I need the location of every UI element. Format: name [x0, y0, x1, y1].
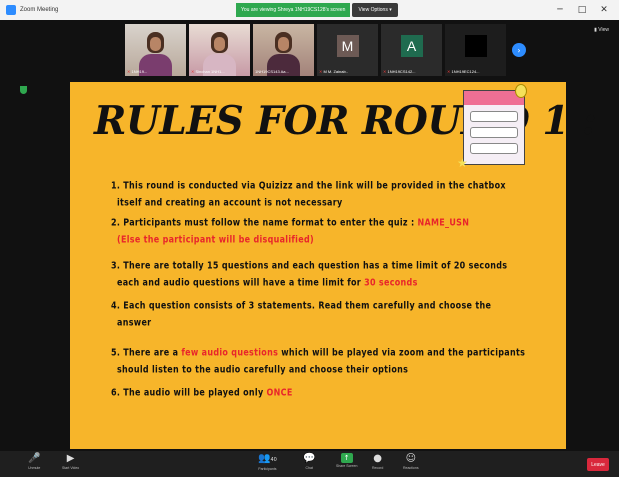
participant-name: 1NH19... [131, 69, 148, 74]
quiz-clipart-icon: ★ [457, 84, 527, 170]
leave-button[interactable]: Leave [587, 458, 609, 471]
view-toggle-button[interactable]: ▮ View [594, 27, 609, 33]
rule-text: 5. There are a [111, 346, 182, 358]
star-icon: ★ [457, 156, 468, 170]
rule-line: each and audio questions will have a tim… [117, 273, 418, 293]
video-off-placeholder [464, 35, 487, 57]
participants-icon: 👥 [258, 453, 271, 464]
title-bar: Zoom Meeting You are viewing Shreya 1NH1… [0, 0, 619, 20]
avatar: A [400, 35, 423, 57]
screen-share-banner: You are viewing Shreya 1NH19CS128's scre… [236, 3, 398, 17]
rule-text: 2. Participants must follow the name for… [111, 216, 418, 228]
participant-count: 40 [270, 457, 277, 463]
participant-video-strip: ✕ 1NH19... ✕ Sinchan 1NH1... 1NH19CS143 … [125, 24, 529, 76]
avatar: M [336, 35, 359, 57]
video-camera-icon: ▶ [66, 453, 75, 464]
rule-text: 1. This round is conducted via Quizizz a… [111, 179, 506, 191]
rule-text: each and audio questions will have a tim… [117, 276, 365, 288]
rule-line: itself and creating an account is not ne… [117, 193, 342, 213]
mic-muted-icon: ✕ [127, 69, 131, 74]
rule-line: should listen to the audio carefully and… [117, 360, 408, 380]
highlighted-text: NAME_USN [417, 216, 470, 228]
mic-muted-icon: ✕ [383, 69, 387, 74]
share-banner-text: You are viewing Shreya 1NH19CS128's scre… [236, 3, 351, 17]
participant-tile[interactable]: ✕ 1NH19EC124... [445, 24, 506, 76]
mic-muted-icon: ✕ [447, 69, 451, 74]
record-icon: ● [373, 453, 383, 464]
rule-text: should listen to the audio carefully and… [117, 363, 409, 375]
rule-text: answer [117, 316, 152, 328]
participant-tile[interactable]: A ✕ 1NH19CS142... [381, 24, 442, 76]
highlighted-text: few audio questions [181, 346, 279, 358]
maximize-button[interactable]: □ [571, 5, 593, 15]
rule-line: 4. Each question consists of 3 statement… [111, 296, 491, 316]
shared-screen-slide: RULES FOR ROUND 1 : ★ 1. This round is c… [70, 82, 597, 449]
rule-line: answer [117, 313, 151, 333]
participant-tile[interactable]: ✕ 1NH19... [125, 24, 186, 76]
reactions-icon: ☺ [405, 453, 416, 464]
participant-tile[interactable]: M ✕ M M. Zainab.. [317, 24, 378, 76]
highlighted-text: 30 seconds [364, 276, 418, 288]
mic-muted-icon: ✕ [191, 69, 195, 74]
highlighted-text: (Else the participant will be disqualifi… [117, 233, 314, 245]
rule-text: itself and creating an account is not ne… [117, 196, 343, 208]
zoom-window: Zoom Meeting You are viewing Shreya 1NH1… [0, 0, 619, 477]
unmute-button[interactable]: 🎤 Unmute [28, 453, 40, 470]
chat-icon: 💬 [303, 453, 316, 464]
highlighted-text: ONCE [266, 386, 293, 398]
participant-tile[interactable]: ✕ Sinchan 1NH1... [189, 24, 250, 76]
participant-name: Sinchan 1NH1... [195, 69, 225, 74]
zoom-app-icon [6, 5, 16, 15]
rule-text: 6. The audio will be played only [111, 386, 267, 398]
share-screen-button[interactable]: ↑ Share Screen [336, 453, 357, 468]
minimize-button[interactable]: ─ [549, 5, 571, 15]
security-shield-icon[interactable] [20, 86, 27, 94]
participant-name: M M. Zainab.. [323, 69, 348, 74]
close-button[interactable]: ✕ [593, 5, 615, 15]
rule-text: 4. Each question consists of 3 statement… [111, 299, 492, 311]
rule-line: (Else the participant will be disqualifi… [117, 230, 314, 250]
window-controls: ─ □ ✕ [549, 0, 615, 20]
reactions-button[interactable]: ☺ Reactions [403, 453, 419, 470]
participant-name: 1NH19EC124... [451, 69, 480, 74]
participant-tile[interactable]: 1NH19CS143 Aa... [253, 24, 314, 76]
view-options-button[interactable]: View Options ▾ [352, 3, 398, 17]
meeting-toolbar: 🎤 Unmute ▶ Start Video 👥40 Participants … [0, 451, 619, 477]
rule-line: 6. The audio will be played only ONCE [111, 383, 293, 403]
rule-text: 3. There are totally 15 questions and ea… [111, 259, 508, 271]
participant-name: 1NH19CS142... [387, 69, 416, 74]
start-video-button[interactable]: ▶ Start Video [62, 453, 79, 470]
mic-muted-icon: ✕ [319, 69, 323, 74]
record-button[interactable]: ● Record [372, 453, 383, 470]
share-screen-icon: ↑ [340, 453, 353, 463]
participant-name: 1NH19CS143 Aa... [255, 69, 289, 74]
participants-button[interactable]: 👥40 Participants [258, 453, 277, 471]
window-title: Zoom Meeting [20, 7, 59, 13]
next-page-arrow-icon[interactable]: › [512, 43, 526, 57]
rule-text: which will be played via zoom and the pa… [278, 346, 526, 358]
chat-button[interactable]: 💬 Chat [303, 453, 315, 470]
lightbulb-icon [515, 84, 527, 98]
microphone-icon: 🎤 [28, 453, 41, 464]
